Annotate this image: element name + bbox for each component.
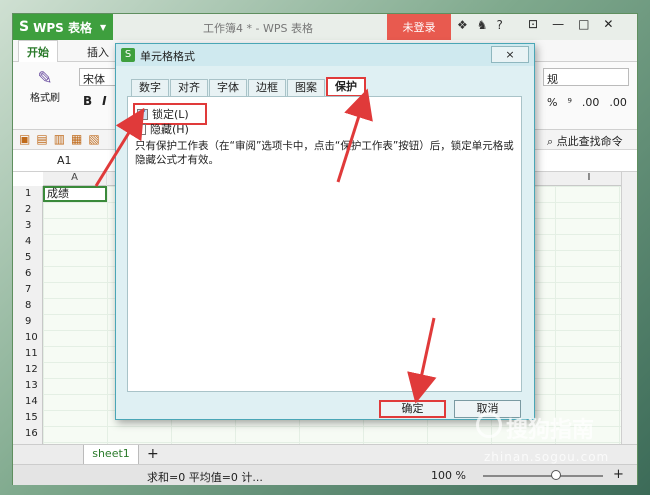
preview-icon[interactable]: ▧ [88, 132, 99, 146]
row-header[interactable]: 15 [13, 410, 42, 426]
row-header[interactable]: 9 [13, 314, 42, 330]
percent-button[interactable]: % [547, 96, 557, 109]
lock-label: 锁定(L) [152, 108, 189, 121]
minimize-icon[interactable]: — [552, 17, 564, 31]
increase-decimal-button[interactable]: .00 [582, 96, 600, 109]
zoom-slider-thumb[interactable] [551, 470, 561, 480]
tab-alignment[interactable]: 对齐 [170, 79, 208, 97]
row-header[interactable]: 10 [13, 330, 42, 346]
row-header[interactable]: 5 [13, 250, 42, 266]
document-title: 工作簿4 * - WPS 表格 [203, 22, 313, 35]
dialog-close-button[interactable]: × [491, 46, 529, 63]
row-header[interactable]: 14 [13, 394, 42, 410]
row-header[interactable]: 11 [13, 346, 42, 362]
cell-a1[interactable]: 成绩 [43, 186, 107, 202]
chevron-down-icon: ▼ [99, 22, 107, 32]
tab-insert[interactable]: 插入 [87, 44, 109, 60]
format-painter-button[interactable]: ✎ 格式刷 [25, 68, 65, 104]
maximize-icon[interactable]: □ [578, 17, 589, 31]
pdf-icon[interactable]: ▥ [54, 132, 65, 146]
restore-icon[interactable]: ⊡ [528, 17, 538, 31]
row-header[interactable]: 12 [13, 362, 42, 378]
bold-button[interactable]: B [83, 94, 92, 108]
tab-font[interactable]: 字体 [209, 79, 247, 97]
protection-panel: ✔ 锁定(L) 隐藏(H) 只有保护工作表（在“审阅”选项卡中，点击“保护工作表… [127, 96, 522, 392]
zoom-slider[interactable] [483, 475, 603, 477]
vertical-scrollbar[interactable] [621, 172, 637, 444]
sogou-logo-icon [476, 412, 502, 438]
wps-logo-icon: S [121, 48, 135, 62]
watermark: 搜狗指南 zhinan.sogou.com [470, 410, 640, 470]
tab-start[interactable]: 开始 [18, 40, 58, 62]
ok-button[interactable]: 确定 [379, 400, 446, 418]
row-headers: 1 2 3 4 5 6 7 8 9 10 11 12 13 14 15 16 [13, 186, 43, 444]
help-icon[interactable]: ? [497, 18, 503, 32]
tab-protection[interactable]: 保护 [326, 77, 366, 97]
row-header[interactable]: 4 [13, 234, 42, 250]
row-header[interactable]: 16 [13, 426, 42, 442]
column-header-i[interactable]: I [569, 172, 609, 186]
dialog-tabs: 数字 对齐 字体 边框 图案 保护 [131, 77, 367, 97]
cell-reference[interactable]: A1 [57, 154, 72, 167]
row-header[interactable]: 6 [13, 266, 42, 282]
number-format-select[interactable]: 规 [543, 68, 629, 86]
row-header[interactable]: 13 [13, 378, 42, 394]
open-folder-icon[interactable]: ▣ [19, 132, 30, 146]
title-bar: S WPS 表格 ▼ 工作簿4 * - WPS 表格 未登录 ❖ ♞ ? ⊡ —… [13, 14, 637, 40]
save-icon[interactable]: ▤ [36, 132, 47, 146]
tab-number[interactable]: 数字 [131, 79, 169, 97]
thousands-button[interactable]: ⁹ [567, 96, 571, 109]
format-painter-label: 格式刷 [30, 93, 60, 104]
protection-note: 只有保护工作表（在“审阅”选项卡中，点击“保护工作表”按钮）后，锁定单元格或隐藏… [135, 140, 514, 166]
find-command-box[interactable]: ⌕ 点此查找命令 [547, 133, 623, 149]
hide-checkbox[interactable] [135, 123, 146, 135]
print-icon[interactable]: ▦ [71, 132, 82, 146]
find-command-label: 点此查找命令 [556, 135, 623, 148]
decrease-decimal-button[interactable]: .00 [609, 96, 627, 109]
row-header[interactable]: 3 [13, 218, 42, 234]
login-button[interactable]: 未登录 [387, 14, 451, 40]
font-name-select[interactable]: 宋体 [79, 68, 117, 86]
tab-border[interactable]: 边框 [248, 79, 286, 97]
close-icon[interactable]: ✕ [603, 17, 613, 31]
dialog-title-bar: S 单元格格式 × [116, 44, 534, 66]
format-cells-dialog: S 单元格格式 × 数字 对齐 字体 边框 图案 保护 ✔ 锁定(L) 隐藏(H… [115, 43, 535, 420]
shirt-icon[interactable]: ♞ [477, 18, 488, 32]
hide-label: 隐藏(H) [150, 123, 189, 136]
dialog-title: 单元格格式 [140, 50, 195, 63]
add-sheet-button[interactable]: + [147, 446, 159, 462]
hide-option[interactable]: 隐藏(H) [135, 121, 189, 137]
lock-checkbox[interactable]: ✔ [137, 108, 148, 120]
search-icon: ⌕ [547, 135, 554, 148]
row-header[interactable]: 1 [13, 186, 42, 202]
skin-icon[interactable]: ❖ [457, 18, 468, 32]
app-name: WPS 表格 [33, 20, 92, 35]
italic-button[interactable]: I [102, 94, 106, 108]
app-menu-button[interactable]: S WPS 表格 ▼ [13, 14, 113, 40]
watermark-text: 搜狗指南 [506, 418, 595, 443]
zoom-level: 100 % [431, 469, 466, 482]
brush-icon: ✎ [37, 68, 53, 89]
column-header-a[interactable]: A [43, 172, 107, 186]
row-header[interactable]: 7 [13, 282, 42, 298]
row-header[interactable]: 8 [13, 298, 42, 314]
tab-pattern[interactable]: 图案 [287, 79, 325, 97]
status-summary: 求和=0 平均值=0 计... [147, 471, 263, 484]
sheet-tab[interactable]: sheet1 [83, 445, 139, 465]
wps-logo-icon: S [19, 19, 30, 35]
row-header[interactable]: 2 [13, 202, 42, 218]
watermark-url: zhinan.sogou.com [484, 450, 610, 464]
